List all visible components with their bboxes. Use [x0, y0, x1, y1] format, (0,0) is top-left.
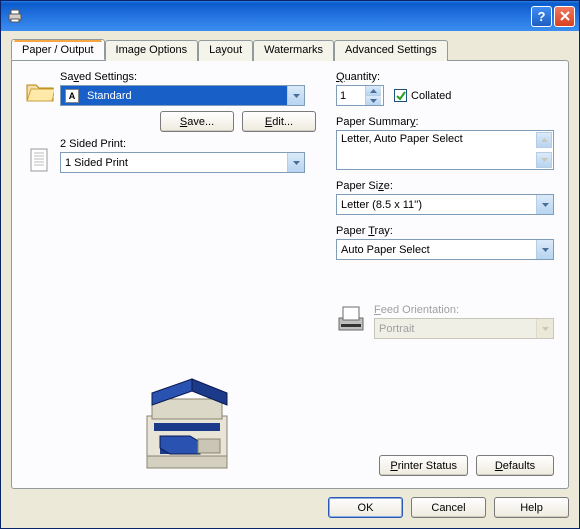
chevron-down-icon[interactable] — [287, 153, 304, 172]
tab-image-options[interactable]: Image Options — [105, 40, 199, 61]
two-sided-print-value: 1 Sided Print — [61, 157, 287, 169]
chevron-down-icon[interactable] — [536, 240, 553, 259]
feed-orientation-select: Portrait — [374, 318, 554, 339]
quantity-stepper[interactable] — [336, 85, 384, 106]
quantity-label: Quantity: — [336, 71, 554, 83]
print-properties-dialog: ? Paper / Output Image Options Layout Wa… — [0, 0, 580, 529]
two-sided-print-label: 2 Sided Print: — [60, 138, 316, 150]
scroll-up-button[interactable] — [536, 132, 552, 148]
ok-button[interactable]: OK — [328, 497, 403, 518]
folder-icon — [26, 81, 54, 105]
paper-summary-label: Paper Summary: — [336, 116, 554, 128]
tabpage-paper-output: Saved Settings: A Standard Save... Edi — [11, 60, 569, 489]
titlebar-help-button[interactable]: ? — [531, 6, 552, 27]
tabstrip: Paper / Output Image Options Layout Wate… — [11, 39, 569, 60]
titlebar-close-button[interactable] — [554, 6, 575, 27]
saved-settings-value: Standard — [83, 90, 287, 102]
two-sided-print-select[interactable]: 1 Sided Print — [60, 152, 305, 173]
tab-layout[interactable]: Layout — [198, 40, 253, 61]
edit-button[interactable]: Edit... — [242, 111, 316, 132]
chevron-down-icon — [536, 319, 553, 338]
paper-tray-select[interactable]: Auto Paper Select — [336, 239, 554, 260]
spin-up-button[interactable] — [366, 86, 381, 95]
dialog-buttons: OK Cancel Help — [11, 489, 569, 518]
feed-orientation-icon — [336, 304, 366, 334]
paper-size-value: Letter (8.5 x 11'') — [337, 199, 536, 211]
paper-summary-value: Letter, Auto Paper Select — [341, 133, 463, 167]
letter-a-icon: A — [65, 89, 79, 103]
client-area: Paper / Output Image Options Layout Wate… — [1, 31, 579, 528]
tab-watermarks[interactable]: Watermarks — [253, 40, 334, 61]
defaults-button[interactable]: Defaults — [476, 455, 554, 476]
paper-size-label: Paper Size: — [336, 180, 554, 192]
chevron-down-icon[interactable] — [536, 195, 553, 214]
collated-label: Collated — [411, 90, 451, 102]
check-icon — [394, 89, 407, 102]
spin-down-button[interactable] — [366, 95, 381, 105]
collated-checkbox[interactable]: Collated — [394, 89, 451, 102]
quantity-input[interactable] — [337, 86, 365, 105]
scroll-down-button[interactable] — [536, 152, 552, 168]
paper-size-select[interactable]: Letter (8.5 x 11'') — [336, 194, 554, 215]
printer-illustration — [132, 361, 252, 481]
save-button[interactable]: Save... — [160, 111, 234, 132]
feed-orientation-label: Feed Orientation: — [374, 304, 554, 316]
cancel-button[interactable]: Cancel — [411, 497, 486, 518]
document-icon — [26, 148, 54, 172]
tab-advanced-settings[interactable]: Advanced Settings — [334, 40, 448, 61]
printer-icon — [7, 8, 23, 24]
help-button[interactable]: Help — [494, 497, 569, 518]
chevron-down-icon[interactable] — [287, 86, 304, 105]
titlebar: ? — [1, 1, 579, 31]
feed-orientation-value: Portrait — [375, 323, 536, 335]
paper-tray-label: Paper Tray: — [336, 225, 554, 237]
paper-summary-box: Letter, Auto Paper Select — [336, 130, 554, 170]
paper-tray-value: Auto Paper Select — [337, 244, 536, 256]
saved-settings-select[interactable]: A Standard — [60, 85, 305, 106]
saved-settings-label: Saved Settings: — [60, 71, 316, 83]
tab-paper-output[interactable]: Paper / Output — [11, 39, 105, 60]
printer-status-button[interactable]: Printer Status — [379, 455, 468, 476]
